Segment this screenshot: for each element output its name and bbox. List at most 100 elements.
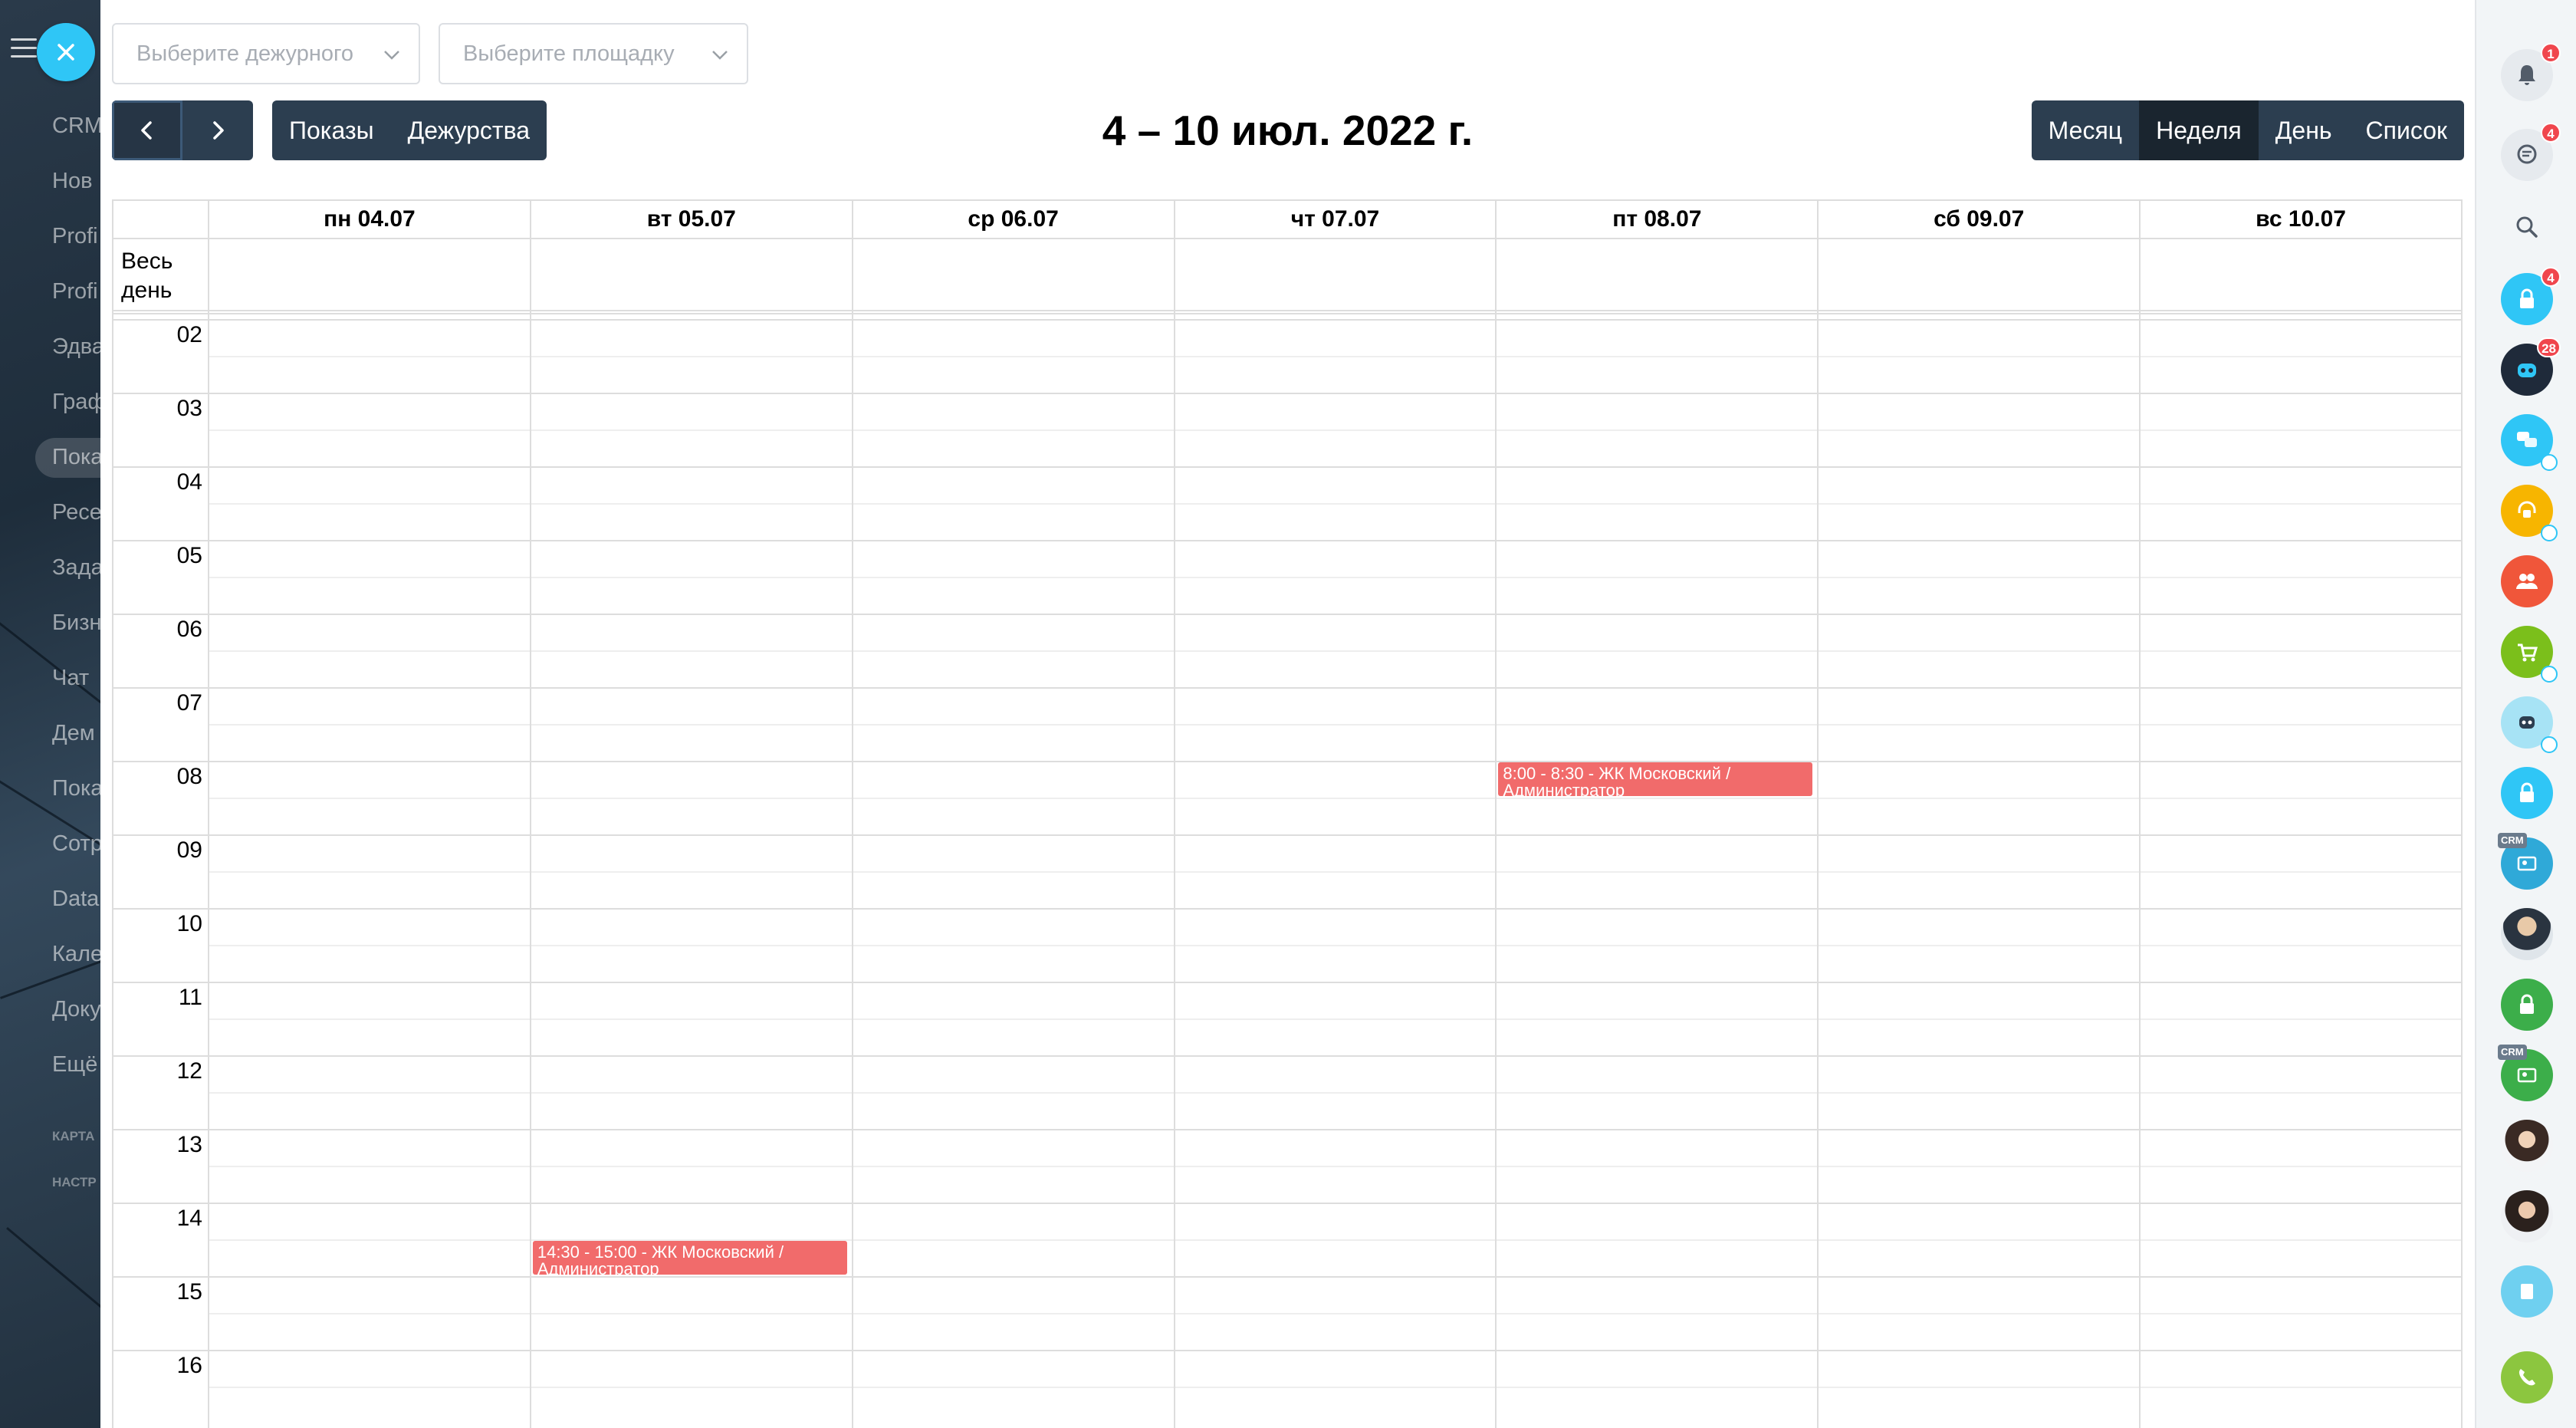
sidebar-item[interactable]: Пока [52,445,100,470]
hour-row[interactable]: 03 [113,393,2461,466]
sidebar-item[interactable]: Profi [52,224,98,249]
sidebar-item[interactable]: Ещё [52,1052,97,1078]
secure-chat-button[interactable] [2501,979,2553,1031]
sidebar-item[interactable]: Граф [52,390,100,415]
hour-label: 12 [176,1058,202,1084]
contacts-button[interactable] [2501,555,2553,607]
sidebar-item[interactable]: Пока [52,776,100,801]
column-divider [1817,238,1819,1428]
sidebar-item[interactable]: Эдва [52,334,100,360]
sidebar-item[interactable]: Дем [52,721,95,746]
messages-button[interactable]: 4 [2501,123,2561,181]
hour-row[interactable]: 04 [113,466,2461,540]
hour-row[interactable]: 14 [113,1203,2461,1276]
hour-divider [113,687,2461,689]
crm-contact-icon [2517,1068,2537,1083]
sidebar-item[interactable]: Чат [52,666,89,691]
hour-row[interactable]: 11 [113,982,2461,1055]
site-select[interactable]: Выберите площадку [439,23,748,84]
calendar-header-row: пн 04.07 вт 05.07 ср 06.07 чт 07.07 пт 08.07… [113,201,2461,239]
day-header[interactable]: вс 10.07 [2139,201,2461,238]
crm-label: CRM [2498,1045,2527,1060]
sidebar-item[interactable]: Data [52,887,99,912]
half-hour-divider [208,1166,2461,1167]
day-header[interactable]: сб 09.07 [1817,201,2139,238]
calendar-event[interactable]: 8:00 - 8:30 - ЖК Московский / Администра… [1498,762,1813,796]
hour-divider [113,540,2461,541]
hour-row[interactable]: 12 [113,1055,2461,1129]
sidebar-item[interactable]: Зада [52,555,100,581]
hour-row[interactable]: 09 [113,834,2461,908]
half-hour-divider [208,429,2461,431]
day-header[interactable]: вт 05.07 [529,201,852,238]
view-day-button[interactable]: День [2259,100,2349,160]
helpdesk-button[interactable] [2501,485,2558,541]
search-icon [2516,216,2538,238]
sidebar-item[interactable]: CRM [52,114,100,139]
private-channel-button[interactable] [2501,767,2553,819]
hour-row[interactable]: 15 [113,1276,2461,1350]
view-list-button[interactable]: Список [2349,100,2464,160]
close-button[interactable] [37,23,95,81]
duty-select[interactable]: Выберите дежурного [112,23,420,84]
bot-chat-button[interactable]: 28 [2501,337,2561,396]
sidebar-item[interactable]: Нов [52,169,92,194]
view-week-button[interactable]: Неделя [2139,100,2259,160]
sidebar-item[interactable]: Бизн [52,610,100,636]
sidebar-item[interactable]: Сотр [52,831,100,857]
hour-row[interactable]: 06 [113,614,2461,687]
hour-divider [113,982,2461,983]
sidebar-item[interactable]: Кале [52,942,100,967]
sidebar-item[interactable]: Profi [52,279,98,304]
shop-button[interactable] [2501,626,2558,683]
avatar[interactable] [2501,1120,2553,1172]
avatar[interactable] [2501,908,2553,960]
notification-count-badge: 1 [2541,43,2561,63]
hour-row[interactable]: 16 [113,1350,2461,1423]
all-day-row[interactable]: Весь день [113,238,2461,314]
hour-divider [113,1129,2461,1130]
hour-label: 02 [176,322,202,347]
hour-row[interactable]: 07 [113,687,2461,761]
day-header[interactable]: пт 08.07 [1495,201,1817,238]
time-grid[interactable]: 02 03 04 05 06 07 08 09 10 11 12 13 14 15 16 8:00 - 8:3… [113,319,2461,1428]
hour-label: 09 [176,837,202,863]
half-hour-divider [208,1018,2461,1020]
hour-label: 16 [176,1353,202,1378]
lock-icon [2541,666,2558,683]
menu-icon[interactable] [11,38,37,58]
notifications-button[interactable]: 1 [2501,43,2561,101]
support-chat-button[interactable] [2501,414,2558,471]
call-log-button[interactable] [2501,1265,2553,1318]
hour-row[interactable]: 10 [113,908,2461,982]
hour-row[interactable]: 13 [113,1129,2461,1203]
view-month-button[interactable]: Месяц [2032,100,2139,160]
hour-label: 07 [176,690,202,716]
hour-row[interactable]: 02 [113,319,2461,393]
call-button[interactable] [2501,1351,2553,1403]
day-header[interactable]: чт 07.07 [1173,201,1496,238]
sidebar-section-settings[interactable]: НАСТР [52,1175,97,1190]
avatar[interactable] [2501,1190,2553,1242]
robot-icon [2519,716,2535,729]
day-header[interactable]: пн 04.07 [208,201,530,238]
calendar-event[interactable]: 14:30 - 15:00 - ЖК Московский / Админист… [532,1241,847,1275]
lock-icon [2520,288,2534,308]
assistant-button[interactable] [2501,696,2558,753]
day-header[interactable]: ср 06.07 [851,201,1174,238]
right-panel: 1 4 4 28 CRM CRM [2475,0,2576,1428]
crm-chat-button[interactable]: CRM [2498,1045,2553,1101]
sidebar-section-map[interactable]: КАРТА [52,1129,94,1144]
sidebar-item[interactable]: Ресе [52,500,100,525]
search-button[interactable] [2501,201,2553,253]
open-channel-button[interactable]: 4 [2501,267,2561,325]
bot-count-badge: 28 [2537,337,2561,357]
document-icon [2521,1284,2533,1299]
hour-row[interactable]: 05 [113,540,2461,614]
crm-chat-button[interactable]: CRM [2498,833,2553,890]
sidebar-item[interactable]: Доку [52,997,100,1022]
chat-bubbles-icon [2517,432,2537,447]
hour-row[interactable]: 08 [113,761,2461,834]
half-hour-divider [208,724,2461,726]
half-hour-divider [208,945,2461,946]
